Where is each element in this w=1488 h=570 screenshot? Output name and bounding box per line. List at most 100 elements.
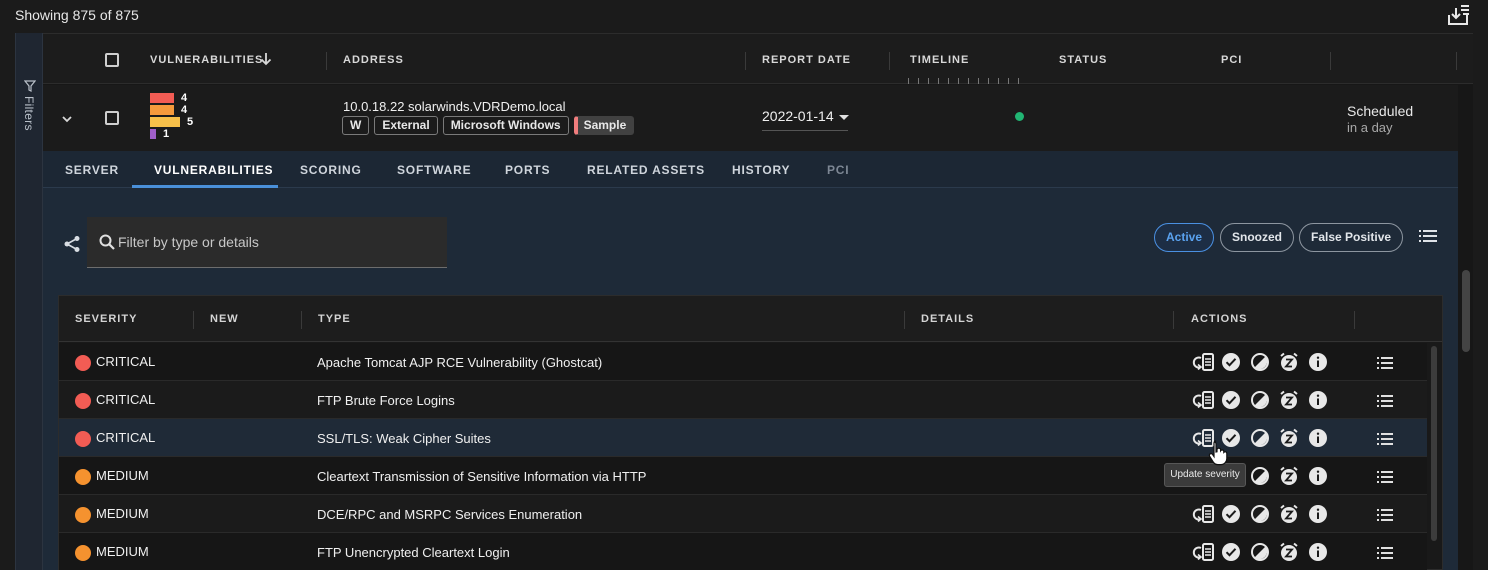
- half-circle-icon[interactable]: [1250, 542, 1270, 562]
- row-menu-icon[interactable]: [1377, 394, 1393, 407]
- vulnerability-type[interactable]: DCE/RPC and MSRPC Services Enumeration: [317, 507, 582, 522]
- info-icon[interactable]: [1308, 504, 1328, 524]
- col-timeline[interactable]: TIMELINE: [910, 54, 969, 66]
- filter-search-box[interactable]: [87, 217, 447, 268]
- filters-rail[interactable]: Filters: [15, 33, 43, 570]
- col-severity[interactable]: SEVERITY: [75, 313, 137, 325]
- snooze-alarm-icon[interactable]: [1279, 352, 1299, 372]
- hand-pointer-cursor-icon: [1208, 440, 1228, 466]
- vulnerability-type[interactable]: SSL/TLS: Weak Cipher Suites: [317, 431, 491, 446]
- filter-pill-snoozed[interactable]: Snoozed: [1220, 223, 1294, 252]
- severity-label: CRITICAL: [96, 392, 156, 407]
- half-circle-icon[interactable]: [1250, 504, 1270, 524]
- col-new[interactable]: NEW: [210, 313, 239, 325]
- severity-label: MEDIUM: [96, 544, 149, 559]
- col-separator: [326, 52, 327, 70]
- check-circle-icon[interactable]: [1221, 504, 1241, 524]
- tag-microsoft-windows[interactable]: Microsoft Windows: [442, 116, 569, 135]
- filter-pill-active[interactable]: Active: [1154, 223, 1215, 252]
- row-menu-icon[interactable]: [1377, 470, 1393, 483]
- share-icon[interactable]: [63, 235, 81, 253]
- update-severity-tooltip: Update severity: [1164, 463, 1246, 487]
- filter-search-input[interactable]: [118, 232, 428, 252]
- update-severity-icon[interactable]: [1192, 352, 1214, 372]
- snooze-alarm-icon[interactable]: [1279, 466, 1299, 486]
- col-actions[interactable]: ACTIONS: [1191, 313, 1248, 325]
- check-circle-icon[interactable]: [1221, 542, 1241, 562]
- vulnerability-type[interactable]: FTP Brute Force Logins: [317, 393, 455, 408]
- filter-icon: [24, 80, 36, 92]
- asset-detail-tabs: SERVER VULNERABILITIES SCORING SOFTWARE …: [43, 151, 1458, 188]
- update-severity-icon[interactable]: [1192, 390, 1214, 410]
- check-circle-icon[interactable]: [1221, 390, 1241, 410]
- severity-dot: [75, 355, 91, 371]
- tab-pci[interactable]: PCI: [827, 163, 849, 177]
- row-menu-icon[interactable]: [1377, 356, 1393, 369]
- vulnerabilities-table-header: SEVERITY NEW TYPE DETAILS ACTIONS: [59, 296, 1442, 342]
- severity-label: CRITICAL: [96, 354, 156, 369]
- asset-row[interactable]: 4 4 5 1 10.0.18.22 solarwinds.VDRDemo.lo…: [43, 85, 1458, 151]
- tag-external[interactable]: External: [374, 116, 438, 135]
- vulnerability-row[interactable]: MEDIUM DCE/RPC and MSRPC Services Enumera…: [59, 495, 1427, 533]
- filter-pill-false-positive[interactable]: False Positive: [1299, 223, 1404, 252]
- asset-row-checkbox[interactable]: [105, 111, 119, 125]
- info-icon[interactable]: [1308, 542, 1328, 562]
- tab-scoring[interactable]: SCORING: [300, 163, 362, 177]
- severity-count-high: 4: [181, 104, 188, 116]
- update-severity-icon[interactable]: [1192, 542, 1214, 562]
- vulnerability-type[interactable]: Apache Tomcat AJP RCE Vulnerability (Gho…: [317, 355, 602, 370]
- info-icon[interactable]: [1308, 466, 1328, 486]
- tag-sample[interactable]: Sample: [573, 116, 635, 135]
- tab-related-assets[interactable]: RELATED ASSETS: [587, 163, 705, 177]
- row-menu-icon[interactable]: [1377, 508, 1393, 521]
- col-vulnerabilities[interactable]: VULNERABILITIES: [150, 54, 263, 66]
- snooze-alarm-icon[interactable]: [1279, 542, 1299, 562]
- info-icon[interactable]: [1308, 390, 1328, 410]
- tab-software[interactable]: SOFTWARE: [397, 163, 471, 177]
- info-icon[interactable]: [1308, 352, 1328, 372]
- col-status[interactable]: STATUS: [1059, 54, 1107, 66]
- tab-history[interactable]: HISTORY: [732, 163, 790, 177]
- severity-bar-high: [150, 105, 174, 115]
- half-circle-icon[interactable]: [1250, 352, 1270, 372]
- snooze-alarm-icon[interactable]: [1279, 428, 1299, 448]
- check-circle-icon[interactable]: [1221, 352, 1241, 372]
- row-menu-icon[interactable]: [1377, 546, 1393, 559]
- severity-count-medium: 5: [187, 116, 194, 128]
- vulnerability-row[interactable]: CRITICAL FTP Brute Force Logins: [59, 381, 1427, 419]
- vulnerability-row[interactable]: MEDIUM FTP Unencrypted Cleartext Login: [59, 533, 1427, 570]
- col-separator: [1330, 52, 1331, 70]
- vulnerability-type[interactable]: FTP Unencrypted Cleartext Login: [317, 545, 510, 560]
- select-all-checkbox[interactable]: [105, 53, 119, 67]
- table-scrollbar[interactable]: [1431, 346, 1437, 541]
- half-circle-icon[interactable]: [1250, 390, 1270, 410]
- snooze-alarm-icon[interactable]: [1279, 504, 1299, 524]
- page-scrollbar[interactable]: [1462, 270, 1470, 352]
- col-separator: [1456, 52, 1457, 70]
- col-address[interactable]: ADDRESS: [343, 54, 404, 66]
- report-date-underline: [762, 130, 848, 131]
- snooze-alarm-icon[interactable]: [1279, 390, 1299, 410]
- tab-vulnerabilities[interactable]: VULNERABILITIES: [154, 163, 273, 177]
- update-severity-icon[interactable]: [1192, 504, 1214, 524]
- info-icon[interactable]: [1308, 428, 1328, 448]
- half-circle-icon[interactable]: [1250, 466, 1270, 486]
- report-date-dropdown[interactable]: 2022-01-14: [762, 108, 849, 124]
- col-report-date[interactable]: REPORT DATE: [762, 54, 851, 66]
- vulnerability-row[interactable]: CRITICAL Apache Tomcat AJP RCE Vulnerabil…: [59, 343, 1427, 381]
- col-pci[interactable]: PCI: [1221, 54, 1242, 66]
- list-view-icon[interactable]: [1419, 229, 1437, 243]
- tag-w[interactable]: W: [342, 116, 370, 135]
- sort-arrow-down-icon[interactable]: [260, 52, 272, 66]
- export-download-icon[interactable]: [1446, 3, 1472, 27]
- row-menu-icon[interactable]: [1377, 432, 1393, 445]
- severity-bar-medium: [150, 117, 180, 127]
- tab-ports[interactable]: PORTS: [505, 163, 550, 177]
- half-circle-icon[interactable]: [1250, 428, 1270, 448]
- vulnerability-type[interactable]: Cleartext Transmission of Sensitive Info…: [317, 469, 646, 484]
- chevron-down-icon[interactable]: [60, 112, 74, 126]
- asset-address[interactable]: 10.0.18.22 solarwinds.VDRDemo.local: [343, 99, 566, 114]
- col-details[interactable]: DETAILS: [921, 313, 974, 325]
- tab-server[interactable]: SERVER: [65, 163, 119, 177]
- col-type[interactable]: TYPE: [318, 313, 351, 325]
